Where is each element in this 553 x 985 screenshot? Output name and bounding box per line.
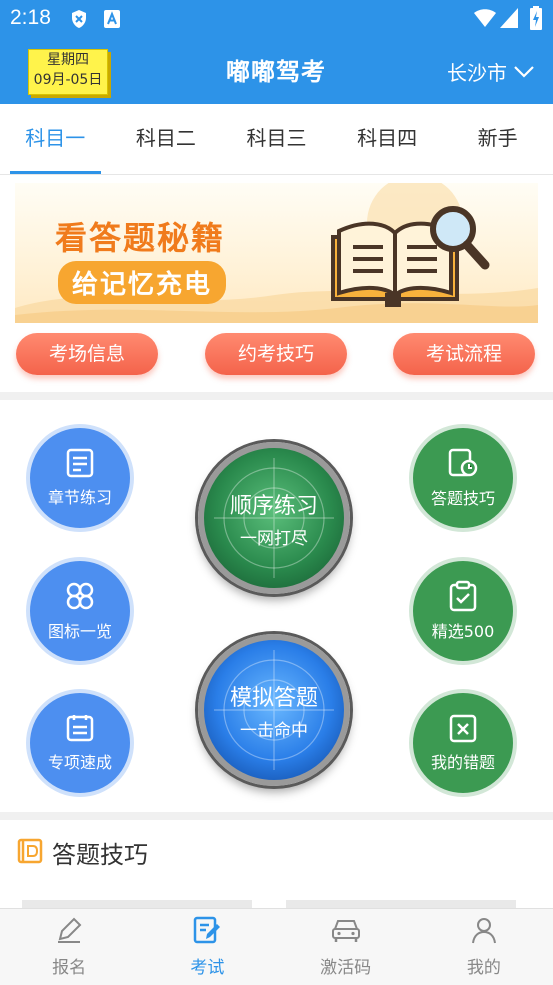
booking-tips-button[interactable]: 约考技巧 <box>205 333 347 375</box>
banner-section: 看答题秘籍 给记忆充电 考场信息 约考技巧 考试流程 <box>0 175 553 392</box>
mock-exam-subtitle: 一击命中 <box>240 720 308 741</box>
app-title: 嘟嘟驾考 <box>226 58 326 86</box>
clipboard-check-icon <box>449 580 477 612</box>
special-topic-label: 专项速成 <box>47 753 112 772</box>
subject-tabs: 科目一 科目二 科目三 科目四 新手 <box>0 104 553 175</box>
date-badge: 星期四 09月-05日 <box>28 49 108 95</box>
nav-profile-label: 我的 <box>466 958 501 978</box>
nav-register[interactable]: 报名 <box>0 909 138 985</box>
nav-register-label: 报名 <box>52 958 87 978</box>
tips-section: 答题技巧 <box>0 820 553 908</box>
practice-section: 章节练习 图标一览 专项速成 顺序练习 一网打尽 模拟答题 一击命中 答题技巧 … <box>0 400 553 812</box>
checklist-icon <box>66 715 94 742</box>
nav-activation-code-label: 激活码 <box>320 958 372 978</box>
clock-document-icon <box>448 448 478 477</box>
nav-activation-code[interactable]: 激活码 <box>277 909 415 985</box>
sequential-practice-button[interactable]: 顺序练习 一网打尽 <box>198 442 350 594</box>
book-icon <box>17 838 43 864</box>
tab-beginner[interactable]: 新手 <box>442 104 553 174</box>
banner-headline: 看答题秘籍 <box>55 219 226 257</box>
shield-icon <box>70 9 88 33</box>
chapter-practice-label: 章节练习 <box>47 488 112 507</box>
chevron-down-icon <box>514 65 534 78</box>
selected-500-label: 精选500 <box>431 622 495 641</box>
tips-card-placeholder[interactable] <box>22 900 252 908</box>
my-mistakes-button[interactable]: 我的错题 <box>409 689 517 797</box>
special-topic-button[interactable]: 专项速成 <box>26 689 134 797</box>
app-header: 星期四 09月-05日 嘟嘟驾考 长沙市 <box>0 38 553 104</box>
selected-500-button[interactable]: 精选500 <box>409 557 517 665</box>
promo-banner[interactable]: 看答题秘籍 给记忆充电 <box>15 183 538 323</box>
tab-subject-3[interactable]: 科目三 <box>221 104 332 174</box>
status-bar: 2:18 <box>0 0 553 38</box>
battery-icon <box>530 6 542 34</box>
answer-tips-button[interactable]: 答题技巧 <box>409 424 517 532</box>
wifi-icon <box>474 8 496 32</box>
open-book-icon <box>331 206 490 307</box>
app-notification-icon <box>104 10 120 32</box>
nav-exam[interactable]: 考试 <box>138 909 276 985</box>
weekday-label: 星期四 <box>47 52 89 68</box>
date-label: 09月-05日 <box>33 72 103 88</box>
banner-subline: 给记忆充电 <box>58 261 227 304</box>
icon-overview-label: 图标一览 <box>47 622 112 641</box>
answer-tips-label: 答题技巧 <box>430 489 495 508</box>
signal-icon <box>500 8 518 32</box>
tab-subject-1[interactable]: 科目一 <box>0 104 111 174</box>
exam-venue-info-button[interactable]: 考场信息 <box>16 333 158 375</box>
my-mistakes-label: 我的错题 <box>430 753 495 772</box>
tips-card-placeholder[interactable] <box>286 900 516 908</box>
sequential-practice-subtitle: 一网打尽 <box>240 528 308 549</box>
document-icon <box>66 448 94 478</box>
tab-subject-4[interactable]: 科目四 <box>332 104 443 174</box>
nav-profile[interactable]: 我的 <box>415 909 553 985</box>
wrong-answer-icon <box>449 714 477 743</box>
tab-subject-2[interactable]: 科目二 <box>111 104 222 174</box>
mock-exam-title: 模拟答题 <box>229 685 318 711</box>
pen-icon <box>58 917 82 943</box>
status-time: 2:18 <box>10 6 51 29</box>
person-icon <box>471 918 496 944</box>
icon-overview-button[interactable]: 图标一览 <box>26 557 134 665</box>
tips-section-title: 答题技巧 <box>52 841 148 869</box>
clover-icon <box>66 582 94 610</box>
city-label: 长沙市 <box>447 61 507 85</box>
city-selector[interactable]: 长沙市 <box>447 57 535 86</box>
nav-exam-label: 考试 <box>190 958 225 978</box>
bottom-navigation: 报名 考试 激活码 我的 <box>0 908 553 985</box>
mock-exam-button[interactable]: 模拟答题 一击命中 <box>198 634 350 786</box>
exam-process-button[interactable]: 考试流程 <box>393 333 535 375</box>
sequential-practice-title: 顺序练习 <box>229 493 318 519</box>
car-icon <box>331 920 360 942</box>
chapter-practice-button[interactable]: 章节练习 <box>26 424 134 532</box>
edit-document-icon <box>194 916 221 944</box>
